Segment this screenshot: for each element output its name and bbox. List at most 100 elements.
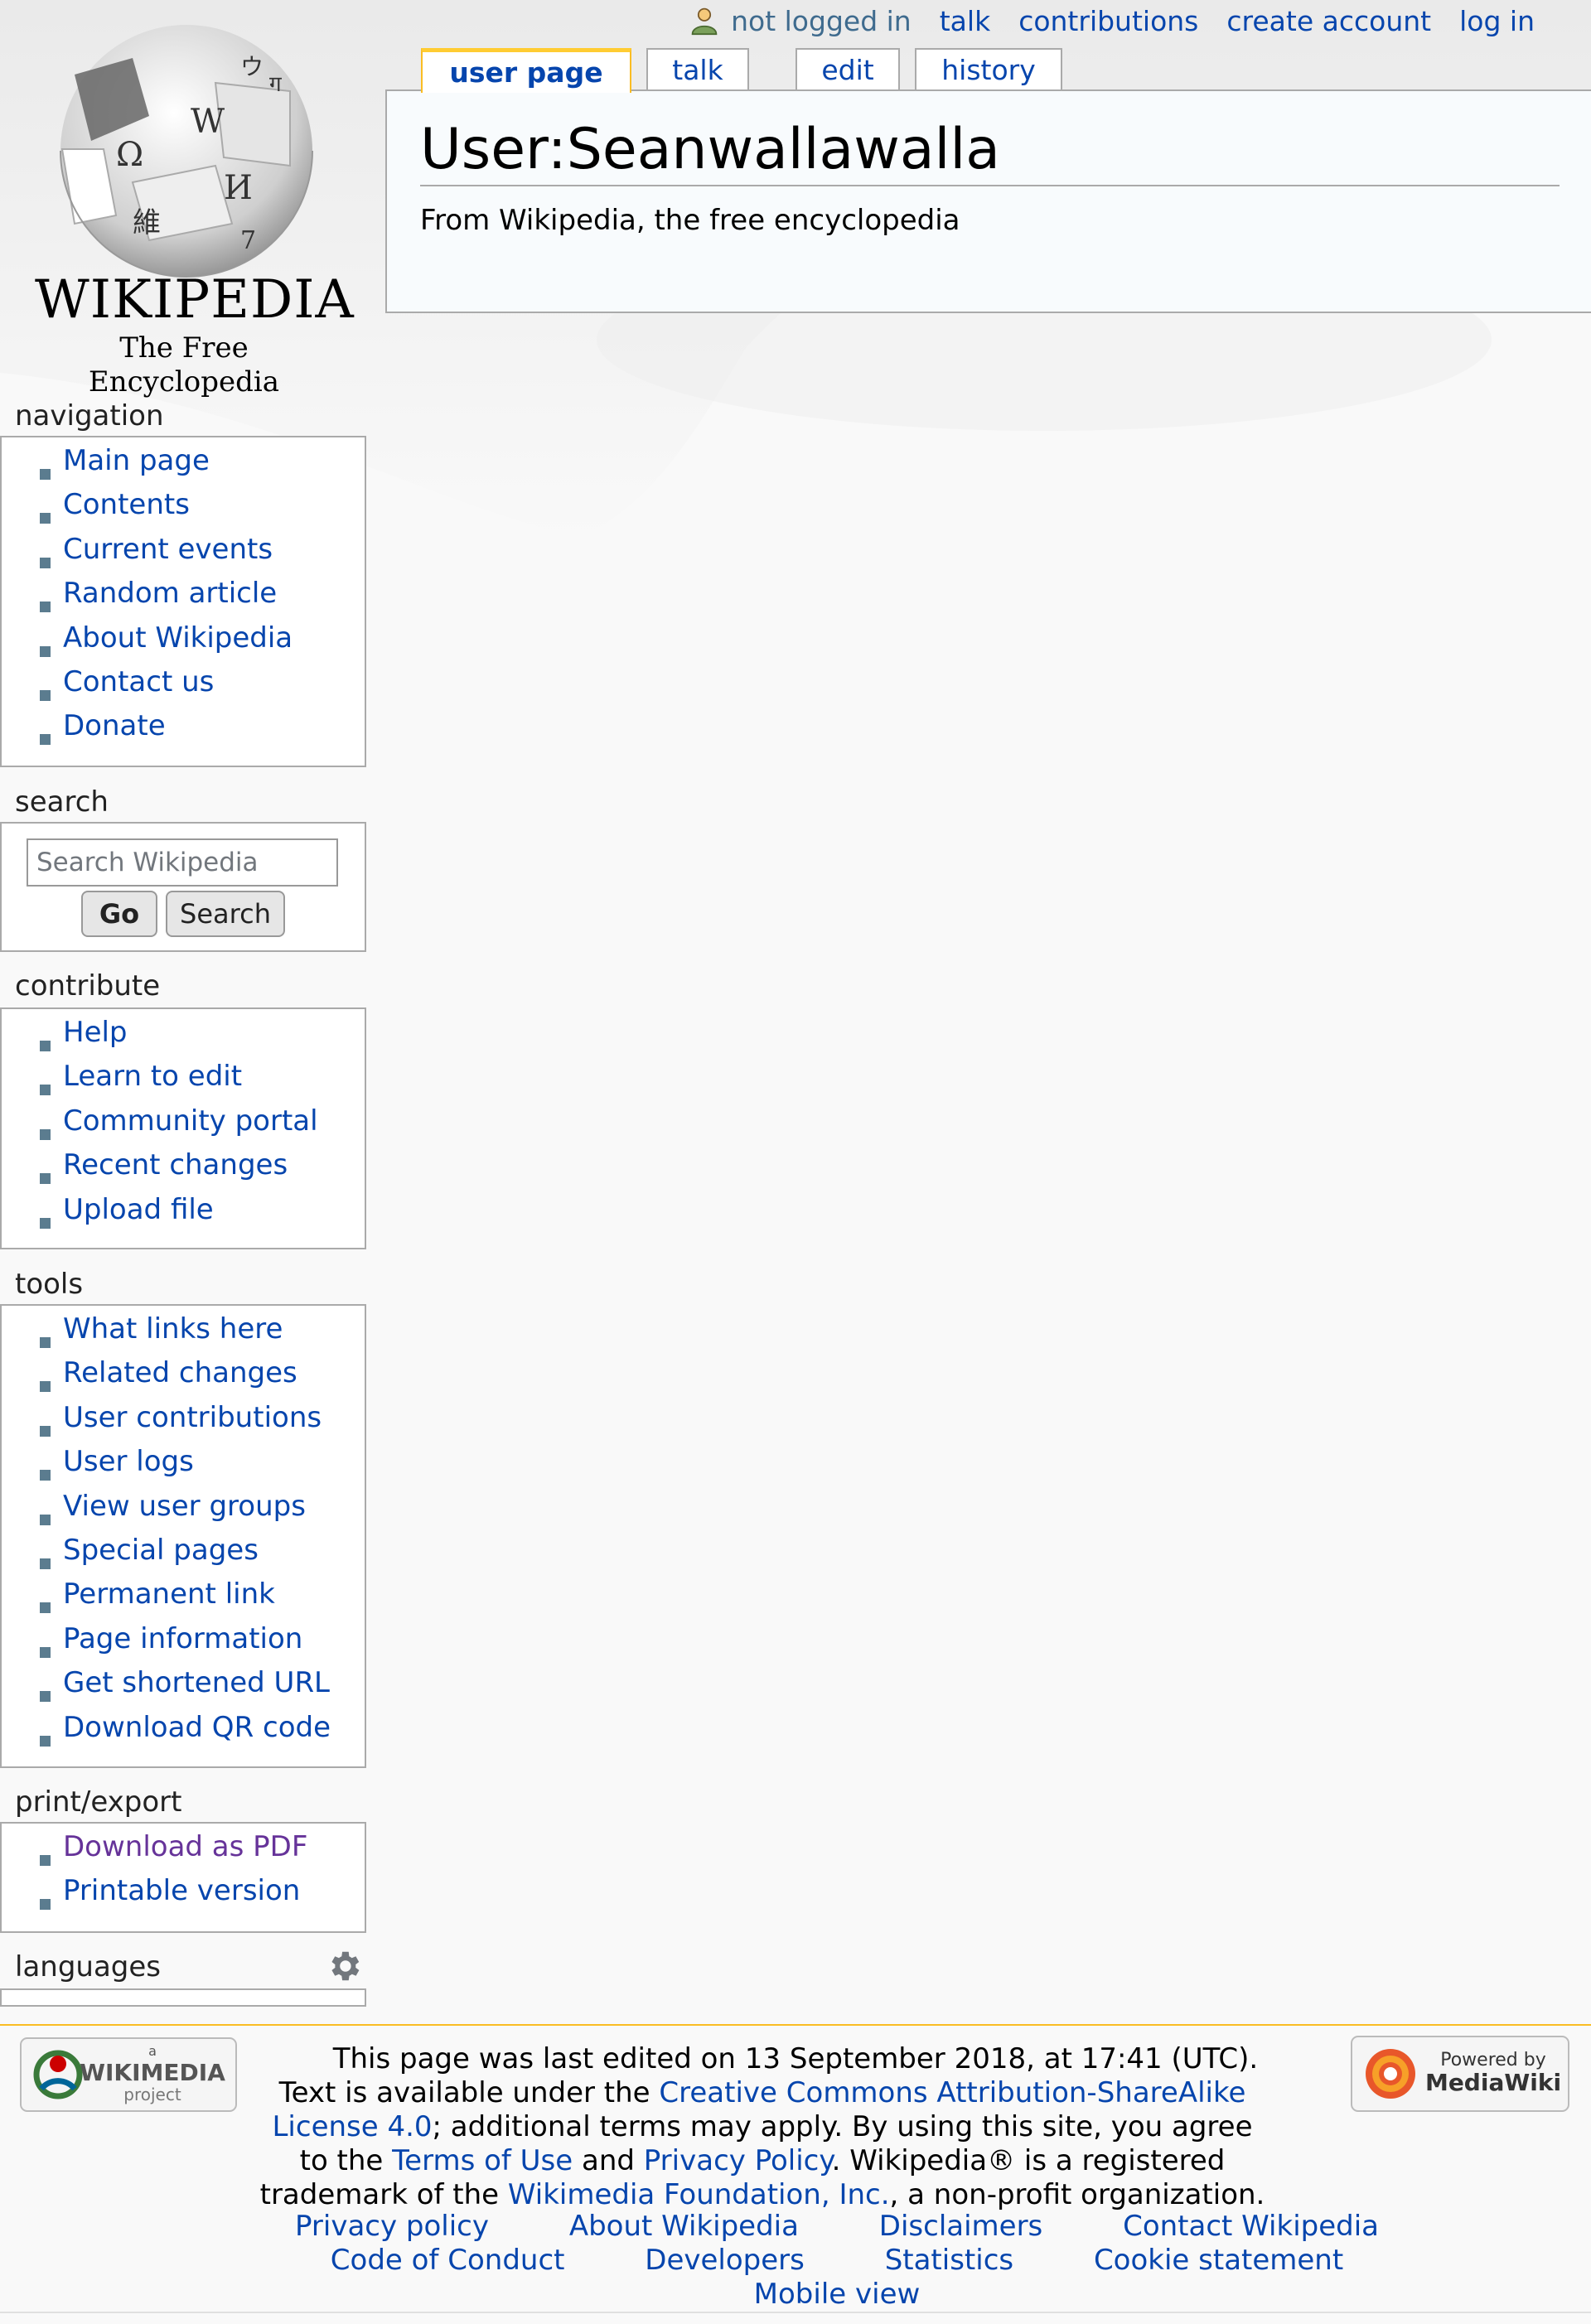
wordmark-tagline: The Free Encyclopedia bbox=[88, 331, 280, 399]
sidebar-item-label[interactable]: Printable version bbox=[63, 1874, 300, 1907]
last-edited: This page was last edited on 13 Septembe… bbox=[332, 2042, 1259, 2075]
terms-of-use-link[interactable]: Terms of Use bbox=[392, 2144, 573, 2177]
tab-talk[interactable]: talk bbox=[646, 48, 749, 89]
navigation-heading: navigation bbox=[15, 399, 164, 432]
tab-history[interactable]: history bbox=[915, 48, 1062, 89]
search-heading: search bbox=[15, 785, 109, 819]
footer-info: This page was last edited on 13 Septembe… bbox=[157, 2042, 1434, 2212]
footer-link-contact-wikipedia[interactable]: Contact Wikipedia bbox=[1123, 2210, 1379, 2243]
not-logged-in: not logged in bbox=[689, 5, 912, 37]
svg-text:W: W bbox=[191, 103, 225, 141]
footer-link-privacy-policy[interactable]: Privacy policy bbox=[295, 2210, 489, 2243]
tab-edit[interactable]: edit bbox=[796, 48, 900, 89]
sidebar-item-label[interactable]: Learn to edit bbox=[63, 1060, 242, 1093]
sidebar-item-label[interactable]: Contents bbox=[63, 488, 190, 521]
badge-small-text: a bbox=[148, 2043, 157, 2059]
footer-link-about-wikipedia[interactable]: About Wikipedia bbox=[569, 2210, 799, 2243]
footer: a WIKIMEDIA project This page was last e… bbox=[0, 2024, 1591, 2313]
create-account-link[interactable]: create account bbox=[1226, 5, 1431, 37]
sidebar-item-label[interactable]: Community portal bbox=[63, 1104, 318, 1138]
license-text: Text is available under the Creative Com… bbox=[157, 2076, 1434, 2212]
sidebar-item-label[interactable]: Random article bbox=[63, 577, 277, 610]
sidebar-item-label[interactable]: User logs bbox=[63, 1445, 194, 1478]
sidebar-item-label[interactable]: View user groups bbox=[63, 1490, 306, 1523]
tools-portal: What links here Related changes User contr… bbox=[0, 1304, 366, 1768]
sidebar-item-label[interactable]: Special pages bbox=[63, 1534, 259, 1567]
footer-link-cookie-statement[interactable]: Cookie statement bbox=[1094, 2244, 1343, 2277]
navigation-portal: Main page Contents Current events Random ar… bbox=[0, 436, 366, 767]
sidebar-item-donate[interactable]: Donate bbox=[2, 709, 365, 760]
tab-history-label: history bbox=[941, 53, 1036, 86]
footer-link-disclaimers[interactable]: Disclaimers bbox=[879, 2210, 1043, 2243]
sidebar-item-label[interactable]: Contact us bbox=[63, 665, 214, 698]
tab-talk-label: talk bbox=[672, 53, 723, 86]
sidebar-item-label[interactable]: What links here bbox=[63, 1312, 283, 1346]
and-text: and bbox=[573, 2144, 644, 2177]
sidebar-item-label[interactable]: Permanent link bbox=[63, 1578, 275, 1611]
powered-by-mediawiki-badge[interactable]: Powered by MediaWiki bbox=[1351, 2036, 1569, 2112]
search-button[interactable]: Search bbox=[166, 891, 285, 937]
print-export-list: Download as PDF Printable version bbox=[2, 1824, 365, 1925]
sidebar-item-label[interactable]: Donate bbox=[63, 709, 166, 742]
sidebar-item-label[interactable]: Page information bbox=[63, 1622, 302, 1655]
footer-link-developers[interactable]: Developers bbox=[645, 2244, 805, 2277]
gear-icon[interactable] bbox=[325, 1947, 363, 1985]
nonprofit-text: , a non-profit organization. bbox=[889, 2178, 1265, 2211]
footer-links: Privacy policy About Wikipedia Disclaime… bbox=[191, 2210, 1483, 2312]
footer-link-mobile-view[interactable]: Mobile view bbox=[754, 2278, 921, 2311]
not-logged-in-label: not logged in bbox=[731, 4, 912, 37]
site-subtitle: From Wikipedia, the free encyclopedia bbox=[420, 204, 960, 237]
sidebar-item-label[interactable]: About Wikipedia bbox=[63, 621, 293, 655]
svg-text:И: И bbox=[224, 169, 253, 207]
sidebar-item-label[interactable]: Recent changes bbox=[63, 1148, 288, 1181]
svg-text:ग: ग bbox=[269, 72, 282, 97]
sidebar-item-label[interactable]: Download as PDF bbox=[63, 1830, 307, 1863]
languages-heading: languages bbox=[15, 1950, 162, 1983]
tab-user-page[interactable]: user page bbox=[421, 48, 631, 93]
sidebar-item-label[interactable]: Related changes bbox=[63, 1356, 297, 1389]
svg-text:ウ: ウ bbox=[240, 53, 264, 80]
wikimedia-foundation-link[interactable]: Wikimedia Foundation, Inc. bbox=[508, 2178, 890, 2211]
sidebar-item-contact-us[interactable]: Contact us bbox=[2, 665, 365, 716]
log-in-link[interactable]: log in bbox=[1459, 5, 1535, 37]
tools-list: What links here Related changes User contr… bbox=[2, 1306, 365, 1761]
print-export-heading: print/export bbox=[15, 1785, 182, 1819]
page-title: User:Seanwallawalla bbox=[420, 118, 1560, 186]
sidebar-item-label[interactable]: Upload file bbox=[63, 1193, 214, 1226]
contribute-heading: contribute bbox=[15, 969, 161, 1003]
go-button[interactable]: Go bbox=[81, 891, 157, 937]
svg-text:維: 維 bbox=[133, 206, 161, 239]
personal-tools: not logged in talk contributions create … bbox=[689, 0, 1535, 41]
languages-portal bbox=[0, 1988, 366, 2007]
wordmark-title: WIKIPEDIA bbox=[35, 269, 355, 331]
wikipedia-wordmark[interactable]: WIKIPEDIA The Free Encyclopedia bbox=[35, 269, 355, 399]
sidebar-item-label[interactable]: Main page bbox=[63, 444, 210, 477]
sidebar-item-label[interactable]: Current events bbox=[63, 533, 273, 566]
powered-by-text: Powered by bbox=[1440, 2050, 1546, 2070]
tools-heading: tools bbox=[15, 1268, 84, 1301]
privacy-policy-link[interactable]: Privacy Policy bbox=[644, 2144, 832, 2177]
sidebar-item-label[interactable]: Help bbox=[63, 1016, 128, 1049]
content-area: User:Seanwallawalla From Wikipedia, the … bbox=[385, 89, 1591, 313]
tab-edit-label: edit bbox=[821, 53, 874, 86]
print-export-portal: Download as PDF Printable version bbox=[0, 1822, 366, 1933]
sidebar-item-label[interactable]: Download QR code bbox=[63, 1711, 331, 1744]
navigation-list: Main page Contents Current events Random ar… bbox=[2, 437, 365, 761]
sidebar-item-label[interactable]: User contributions bbox=[63, 1401, 322, 1434]
footer-link-code-of-conduct[interactable]: Code of Conduct bbox=[331, 2244, 565, 2277]
sidebar-item-download-qr-code[interactable]: Download QR code bbox=[2, 1711, 365, 1761]
svg-text:7: 7 bbox=[240, 226, 256, 255]
contribute-list: Help Learn to edit Community portal Recent … bbox=[2, 1009, 365, 1244]
mediawiki-text: MediaWiki bbox=[1425, 2069, 1561, 2096]
sidebar-item-label[interactable]: Get shortened URL bbox=[63, 1666, 330, 1699]
contributions-link[interactable]: contributions bbox=[1018, 5, 1198, 37]
tab-user-page-label: user page bbox=[449, 56, 603, 89]
search-input[interactable] bbox=[27, 838, 338, 887]
sidebar-item-upload-file[interactable]: Upload file bbox=[2, 1193, 365, 1244]
contribute-portal: Help Learn to edit Community portal Recent … bbox=[0, 1007, 366, 1249]
mediawiki-sunflower-icon bbox=[1366, 2049, 1415, 2099]
footer-link-statistics[interactable]: Statistics bbox=[885, 2244, 1013, 2277]
svg-text:Ω: Ω bbox=[116, 136, 143, 174]
sidebar-item-printable-version[interactable]: Printable version bbox=[2, 1874, 365, 1925]
talk-link[interactable]: talk bbox=[940, 5, 990, 37]
